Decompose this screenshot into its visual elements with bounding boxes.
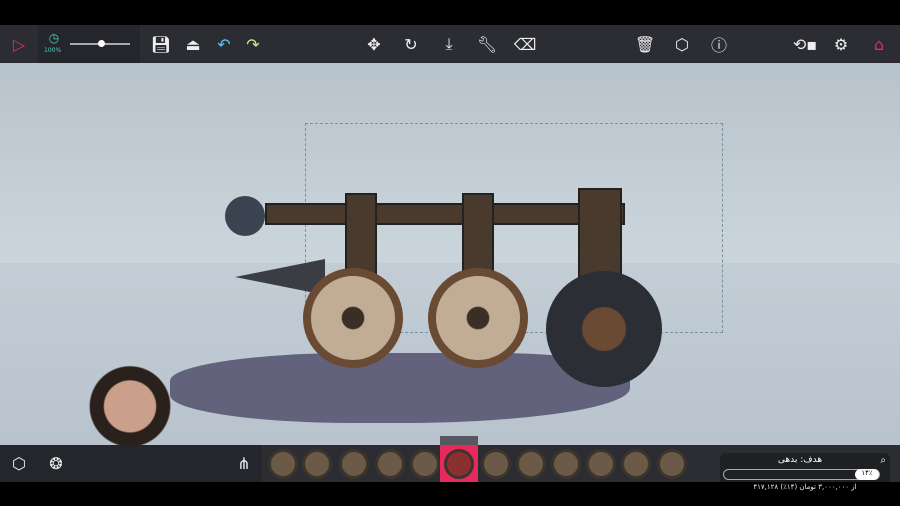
block-slot[interactable] [302,449,332,479]
move-icon[interactable]: ✥ [363,33,385,55]
scale-icon[interactable]: ⤓ [438,33,460,55]
connections-icon[interactable]: ⋔ [233,452,255,474]
block-slot[interactable] [481,449,511,479]
time-slider[interactable] [70,40,130,47]
redo-icon[interactable]: ↷ [242,33,264,55]
undo-icon[interactable]: ↶ [213,33,235,55]
block-slot[interactable] [657,449,687,479]
selected-block-tab [440,436,478,445]
block-slot[interactable] [410,449,440,479]
block-slot[interactable] [268,449,298,479]
block-slot[interactable] [339,449,369,479]
block-slot[interactable] [621,449,651,479]
top-toolbar: ▷ ◷ 100% 💾︎ ⏏ ↶ ↷ ✥ ↻ ⤓ 🔧︎ ⌫ 🗑︎ ⬡ ⓘ ⟲▪ ⚙… [0,25,900,63]
goal-progress-label: ۱۴٪ [855,469,879,480]
delete-icon[interactable]: 🗑︎ [634,33,656,55]
search-icon[interactable]: ⌕ [880,455,886,466]
rotate-icon[interactable]: ↻ [400,33,422,55]
eraser-icon[interactable]: ⌫ [514,33,537,55]
camera-icon[interactable]: ⟲▪ [790,33,820,55]
play-icon[interactable]: ▷ [8,33,30,55]
goal-subtitle: ۴۱۷,۱۲۸ از ۳,۰۰۰,۰۰۰ تومان (۱۴٪) [753,483,857,491]
goal-panel: هدف: بدهی ⌕ ۱۴٪ [720,453,890,482]
time-slider-thumb[interactable] [98,40,105,47]
wrench-icon[interactable]: 🔧︎ [476,33,498,55]
block-slot[interactable] [586,449,616,479]
spiked-ball [225,196,265,236]
block-slot-selected[interactable] [444,449,474,479]
clock-icon[interactable]: ◷ [43,27,65,49]
goal-progress-bar: ۱۴٪ [723,469,880,480]
center-icon[interactable]: ⬡ [671,33,693,55]
top-letterbox [0,0,900,25]
block-slot[interactable] [516,449,546,479]
hexagon-icon[interactable]: ⬡ [8,452,30,474]
info-icon[interactable]: ⓘ [708,33,730,55]
home-icon[interactable]: ⌂ [868,33,890,55]
save-icon[interactable]: 💾︎ [150,33,172,55]
goal-title: هدف: بدهی [777,455,823,465]
gear-icon[interactable]: ⚙ [830,33,852,55]
zoom-percent: 100% [44,47,62,54]
wheel-category-icon[interactable]: ❂ [45,452,67,474]
block-slot[interactable] [375,449,405,479]
load-icon[interactable]: ⏏ [182,33,204,55]
category-bar [0,445,262,482]
block-slot[interactable] [551,449,581,479]
